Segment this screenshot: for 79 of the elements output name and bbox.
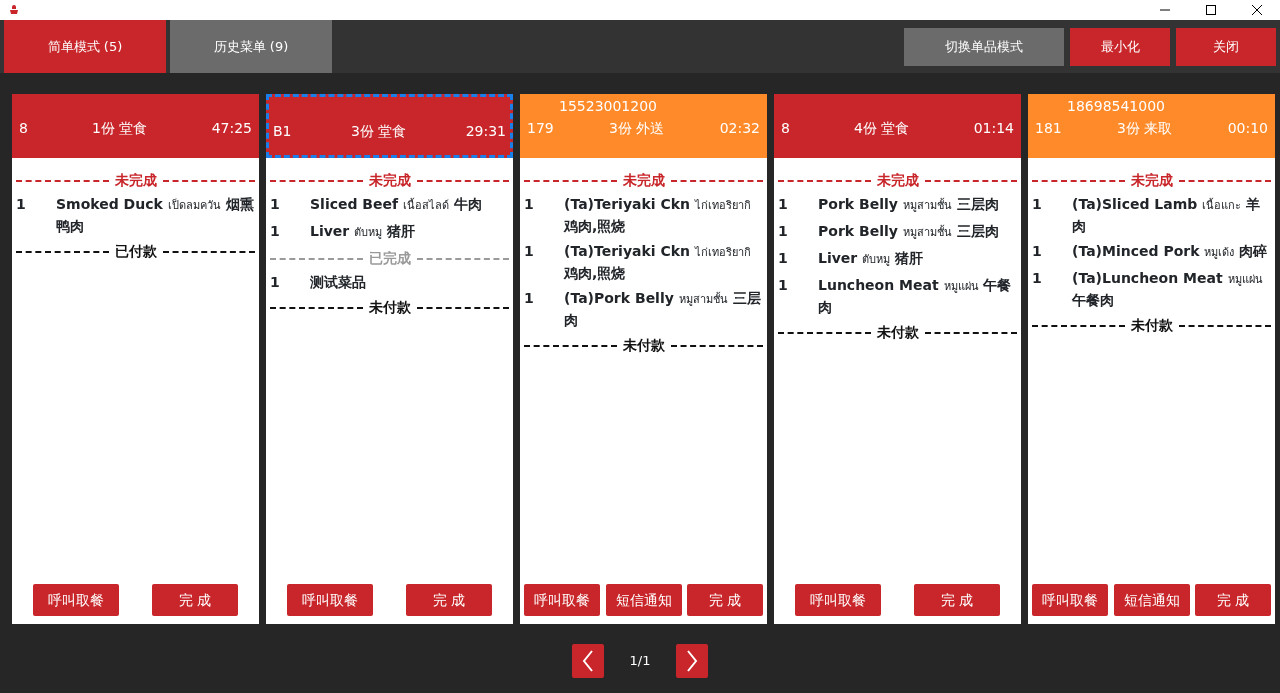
item-name: (Ta)Luncheon Meat หมูแผ่น 午餐肉 <box>1072 269 1264 310</box>
elapsed-time: 00:10 <box>1227 119 1268 138</box>
order-action-button[interactable]: 完 成 <box>1195 584 1271 616</box>
item-name: (Ta)Sliced Lamb เนื้อแกะ 羊肉 <box>1072 195 1262 236</box>
previous-page-button[interactable] <box>571 644 604 678</box>
item-name: (Ta)Pork Belly หมูสามชั้น 三层肉 <box>564 289 762 330</box>
page-indicator: 1/1 <box>629 652 651 671</box>
order-action-button[interactable]: 呼叫取餐 <box>286 584 373 616</box>
phone-number: 15523001200 <box>559 98 657 114</box>
section-label: 未完成 <box>876 171 919 190</box>
order-summary: 3份 堂食 <box>350 122 407 141</box>
section-label: 未完成 <box>622 171 665 190</box>
section-label: 未完成 <box>368 171 411 190</box>
order-action-button[interactable]: 呼叫取餐 <box>32 584 119 616</box>
section-label: 已完成 <box>368 249 411 268</box>
elapsed-time: 01:14 <box>973 119 1014 138</box>
order-action-button[interactable]: 完 成 <box>406 584 493 616</box>
order-number: 8 <box>781 119 790 138</box>
order-action-button[interactable]: 短信通知 <box>605 584 682 616</box>
section-label: 未付款 <box>876 323 919 342</box>
app-icon <box>8 4 20 16</box>
order-action-button[interactable]: 呼叫取餐 <box>1032 584 1108 616</box>
next-page-button[interactable] <box>676 644 709 678</box>
order-number: B1 <box>273 122 292 141</box>
item-name: Pork Belly หมูสามชั้น 三层肉 <box>818 222 999 241</box>
item-quantity: 1 <box>778 276 789 295</box>
order-summary: 4份 堂食 <box>854 119 910 138</box>
section-label: 已付款 <box>114 242 157 261</box>
action-button[interactable]: 关闭 <box>1176 28 1276 66</box>
item-quantity: 1 <box>1032 242 1043 261</box>
order-number: 179 <box>527 119 554 138</box>
item-name: Sliced Beef เนื้อสไลด์ 牛肉 <box>310 195 482 214</box>
action-button[interactable]: 切换单品模式 <box>904 28 1064 66</box>
item-name: 测试菜品 <box>310 273 366 292</box>
order-number: 181 <box>1035 119 1062 138</box>
chevron-left-icon <box>581 650 594 672</box>
section-label: 未付款 <box>1130 316 1173 335</box>
item-quantity: 1 <box>524 195 535 214</box>
section-label: 未付款 <box>368 298 411 317</box>
action-button[interactable]: 最小化 <box>1070 28 1170 66</box>
section-label: 未完成 <box>114 171 157 190</box>
mode-tab[interactable]: 简单模式 (5) <box>4 20 166 73</box>
phone-number: 18698541000 <box>1067 98 1165 114</box>
order-action-button[interactable]: 呼叫取餐 <box>794 584 881 616</box>
item-quantity: 1 <box>16 195 27 214</box>
item-name: Smoked Duck เป็ดลมควัน 烟熏鸭肉 <box>56 195 255 236</box>
order-action-button[interactable]: 完 成 <box>687 584 763 616</box>
item-quantity: 1 <box>270 222 281 241</box>
item-quantity: 1 <box>778 249 789 268</box>
elapsed-time: 29:31 <box>465 122 506 141</box>
section-label: 未付款 <box>622 336 665 355</box>
order-action-button[interactable]: 短信通知 <box>1113 584 1190 616</box>
elapsed-time: 47:25 <box>211 119 252 138</box>
item-quantity: 1 <box>524 242 535 261</box>
order-summary: 3份 外送 <box>609 119 665 138</box>
item-name: Luncheon Meat หมูแผ่น 午餐肉 <box>818 276 1013 317</box>
item-name: Liver ตับหมู 猪肝 <box>818 249 923 268</box>
order-summary: 3份 来取 <box>1117 119 1173 138</box>
item-quantity: 1 <box>270 273 281 292</box>
mode-tab[interactable]: 历史菜单 (9) <box>170 20 332 73</box>
elapsed-time: 02:32 <box>719 119 760 138</box>
chevron-right-icon <box>686 650 699 672</box>
item-quantity: 1 <box>1032 269 1043 288</box>
item-name: (Ta)Teriyaki Ckn ไก่เทอริยากิ 鸡肉,照烧 <box>564 242 752 283</box>
item-quantity: 1 <box>778 195 789 214</box>
item-quantity: 1 <box>270 195 281 214</box>
item-quantity: 1 <box>1032 195 1043 214</box>
order-action-button[interactable]: 呼叫取餐 <box>524 584 600 616</box>
item-name: Liver ตับหมู 猪肝 <box>310 222 415 241</box>
order-summary: 1份 堂食 <box>92 119 148 138</box>
order-action-button[interactable]: 完 成 <box>152 584 239 616</box>
item-name: (Ta)Minced Pork หมูเด้ง 肉碎 <box>1072 242 1268 261</box>
section-label: 未完成 <box>1130 171 1173 190</box>
item-quantity: 1 <box>778 222 789 241</box>
order-action-button[interactable]: 完 成 <box>914 584 1001 616</box>
order-number: 8 <box>19 119 28 138</box>
item-name: Pork Belly หมูสามชั้น 三层肉 <box>818 195 999 214</box>
item-quantity: 1 <box>524 289 535 308</box>
item-name: (Ta)Teriyaki Ckn ไก่เทอริยากิ 鸡肉,照烧 <box>564 195 752 236</box>
